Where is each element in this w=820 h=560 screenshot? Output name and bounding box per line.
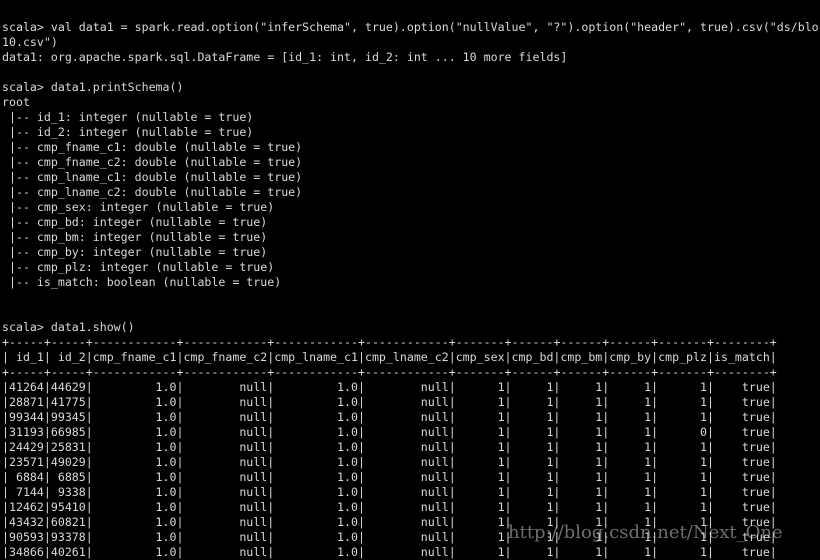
terminal-line: |-- cmp_bd: integer (nullable = true) [2,215,268,229]
terminal-line: 10.csv") [2,35,58,49]
terminal-line: |-- cmp_sex: integer (nullable = true) [2,200,275,214]
terminal-line: |-- id_1: integer (nullable = true) [2,110,254,124]
terminal-line: root [2,95,30,109]
terminal-line: scala> data1.show() [2,320,135,334]
terminal-line: |-- cmp_bm: integer (nullable = true) [2,230,268,244]
terminal-output[interactable]: scala> val data1 = spark.read.option("in… [2,20,819,560]
table-row: |23571|49029| 1.0| null| 1.0| null| 1| 1… [2,455,777,469]
table-border: +-----+-----+------------+------------+-… [2,365,777,379]
table-row: | 7144| 9338| 1.0| null| 1.0| null| 1| 1… [2,485,777,499]
terminal-line: scala> val data1 = spark.read.option("in… [2,20,819,34]
table-row: |24429|25831| 1.0| null| 1.0| null| 1| 1… [2,440,777,454]
terminal-line: scala> data1.printSchema() [2,80,184,94]
table-border: +-----+-----+------------+------------+-… [2,335,777,349]
terminal-line: |-- cmp_fname_c1: double (nullable = tru… [2,140,303,154]
table-row: |12462|95410| 1.0| null| 1.0| null| 1| 1… [2,500,777,514]
table-row: |31193|66985| 1.0| null| 1.0| null| 1| 1… [2,425,777,439]
table-row: |34866|40261| 1.0| null| 1.0| null| 1| 1… [2,545,777,559]
table-row: |28871|41775| 1.0| null| 1.0| null| 1| 1… [2,395,777,409]
terminal-line: data1: org.apache.spark.sql.DataFrame = … [2,50,568,64]
terminal-line: |-- cmp_lname_c1: double (nullable = tru… [2,170,303,184]
terminal-line: |-- cmp_by: integer (nullable = true) [2,245,268,259]
terminal-line: |-- cmp_lname_c2: double (nullable = tru… [2,185,303,199]
table-row: |99344|99345| 1.0| null| 1.0| null| 1| 1… [2,410,777,424]
terminal-line: |-- cmp_plz: integer (nullable = true) [2,260,275,274]
watermark: http://blog.csdn.net/Next_One [508,522,783,543]
table-header: | id_1| id_2|cmp_fname_c1|cmp_fname_c2|c… [2,350,777,364]
terminal-line: |-- cmp_fname_c2: double (nullable = tru… [2,155,303,169]
terminal-line: |-- is_match: boolean (nullable = true) [2,275,282,289]
table-row: | 6884| 6885| 1.0| null| 1.0| null| 1| 1… [2,470,777,484]
terminal-line: |-- id_2: integer (nullable = true) [2,125,254,139]
table-row: |41264|44629| 1.0| null| 1.0| null| 1| 1… [2,380,777,394]
